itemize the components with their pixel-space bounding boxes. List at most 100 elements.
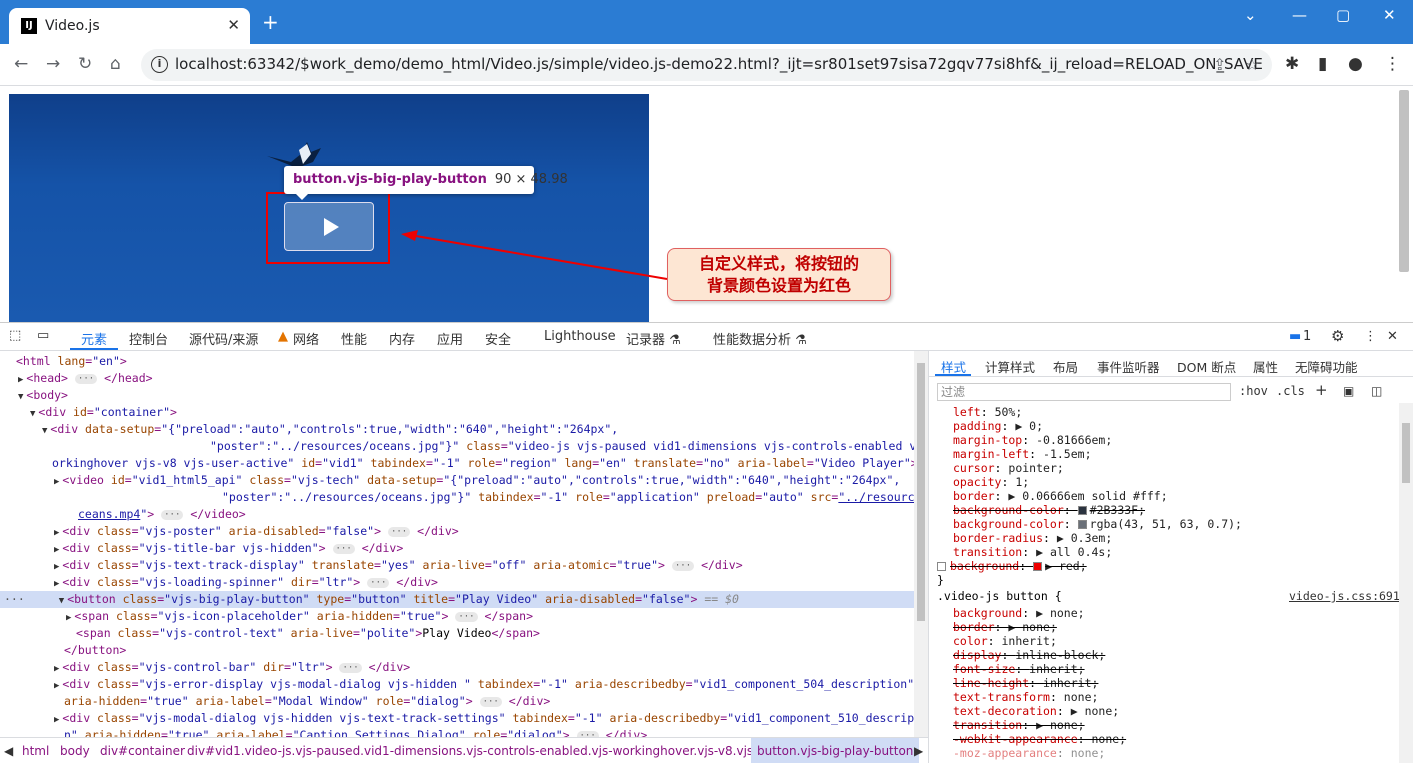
- close-window-button[interactable]: ✕: [1383, 6, 1396, 24]
- dom-node-selected[interactable]: ··· ▼ <button class="vjs-big-play-button" …: [0, 591, 914, 608]
- maximize-button[interactable]: ▢: [1336, 6, 1350, 24]
- cls-toggle[interactable]: .cls: [1276, 384, 1305, 398]
- dom-node[interactable]: </button>: [0, 642, 914, 659]
- issues-count[interactable]: 1: [1303, 329, 1311, 344]
- styles-scrollbar[interactable]: [1399, 403, 1413, 763]
- dom-node[interactable]: <html lang="en">: [0, 353, 914, 370]
- elements-scrollbar[interactable]: [914, 351, 928, 737]
- tab-search-icon[interactable]: ⌄: [1244, 6, 1257, 24]
- styles-filter-input[interactable]: 过滤: [937, 383, 1231, 401]
- tab-network[interactable]: 网络: [293, 329, 319, 348]
- style-decl-overridden[interactable]: -webkit-appearance: none;: [937, 732, 1126, 746]
- breadcrumb-video-div[interactable]: div#vid1.video-js.vjs-paused.vid1-dimens…: [187, 738, 824, 763]
- minimize-button[interactable]: —: [1292, 6, 1307, 24]
- tab-memory[interactable]: 内存: [389, 329, 415, 348]
- color-swatch[interactable]: [1077, 506, 1087, 515]
- style-decl[interactable]: text-decoration: ▶ none;: [937, 704, 1119, 718]
- dom-node[interactable]: ▶ <div class="vjs-poster" aria-disabled="…: [0, 523, 914, 540]
- browser-tab[interactable]: IJ Video.js ✕: [9, 8, 250, 44]
- style-decl[interactable]: border: ▶ 0.06666em solid #fff;: [937, 489, 1168, 503]
- tab-close-icon[interactable]: ✕: [227, 16, 240, 34]
- breadcrumb-scroll-left-icon[interactable]: ◀: [4, 738, 13, 763]
- color-swatch[interactable]: [1077, 520, 1087, 529]
- style-decl[interactable]: margin-left: -1.5em;: [937, 447, 1092, 461]
- breadcrumb-scroll-right-icon[interactable]: ▶: [914, 738, 923, 763]
- profile-avatar-icon[interactable]: ●: [1348, 54, 1363, 74]
- share-icon[interactable]: ⇪: [1213, 55, 1226, 74]
- style-decl[interactable]: opacity: 1;: [937, 475, 1029, 489]
- url-text[interactable]: localhost:63342/$work_demo/demo_html/Vid…: [175, 55, 1263, 73]
- home-icon[interactable]: ⌂: [110, 54, 121, 74]
- tab-performance[interactable]: 性能: [341, 329, 367, 348]
- dom-node[interactable]: ▼ <div data-setup="{"preload":"auto","con…: [0, 421, 914, 438]
- device-toolbar-icon[interactable]: ▭: [37, 328, 49, 343]
- tab-dom-breakpoints[interactable]: DOM 断点: [1177, 357, 1236, 376]
- settings-gear-icon[interactable]: ⚙: [1331, 327, 1344, 345]
- style-decl[interactable]: padding: ▶ 0;: [937, 419, 1043, 433]
- inspect-element-icon[interactable]: ⬚: [9, 328, 21, 343]
- new-tab-button[interactable]: +: [262, 12, 279, 32]
- tab-event-listeners[interactable]: 事件监听器: [1097, 357, 1160, 376]
- bookmark-star-icon[interactable]: ☆: [1245, 55, 1259, 74]
- style-decl-inactive[interactable]: -moz-appearance: none;: [937, 746, 1105, 760]
- style-decl-overridden[interactable]: line-height: inherit;: [937, 676, 1098, 690]
- style-decl-disabled[interactable]: background: ▶ red;: [937, 559, 1087, 573]
- rule-source-link[interactable]: video-js.css:691: [1289, 589, 1400, 603]
- style-decl[interactable]: text-transform: none;: [937, 690, 1098, 704]
- dom-node[interactable]: ▶ <div class="vjs-title-bar vjs-hidden"> …: [0, 540, 914, 557]
- tab-computed[interactable]: 计算样式: [985, 357, 1035, 376]
- tab-performance-insights[interactable]: 性能数据分析 ⚗: [713, 329, 807, 348]
- close-devtools-icon[interactable]: ✕: [1387, 329, 1398, 344]
- dom-node[interactable]: ▶ <div class="vjs-error-display vjs-modal…: [0, 676, 914, 693]
- hov-toggle[interactable]: :hov: [1239, 384, 1268, 398]
- tab-console[interactable]: 控制台: [129, 329, 168, 348]
- rule-selector[interactable]: .video-js button {: [937, 589, 1062, 603]
- page-scrollbar[interactable]: [1399, 90, 1409, 272]
- style-decl-overridden[interactable]: font-size: inherit;: [937, 662, 1085, 676]
- breadcrumb-container[interactable]: div#container: [100, 738, 185, 763]
- style-decl[interactable]: background-color: rgba(43, 51, 63, 0.7);: [937, 517, 1242, 531]
- tab-sources[interactable]: 源代码/来源: [189, 329, 258, 348]
- toggle-sidebar-icon[interactable]: ◫: [1371, 384, 1382, 398]
- extensions-icon[interactable]: ✱: [1285, 54, 1299, 74]
- dom-node[interactable]: ▶ <span class="vjs-icon-placeholder" aria…: [0, 608, 914, 625]
- reload-icon[interactable]: ↻: [78, 54, 92, 74]
- more-options-icon[interactable]: ⋮: [1364, 329, 1377, 344]
- breadcrumb-body[interactable]: body: [60, 738, 90, 763]
- style-decl[interactable]: margin-top: -0.81666em;: [937, 433, 1112, 447]
- dom-node[interactable]: ▶ <div class="vjs-control-bar" dir="ltr">…: [0, 659, 914, 676]
- checkbox[interactable]: [937, 562, 946, 571]
- paint-icon[interactable]: ▣: [1343, 384, 1354, 398]
- style-decl[interactable]: border-radius: ▶ 0.3em;: [937, 531, 1112, 545]
- style-decl-overridden[interactable]: border: ▶ none;: [937, 620, 1057, 634]
- menu-icon[interactable]: ⋮: [1384, 54, 1401, 74]
- back-icon[interactable]: ←: [14, 54, 28, 74]
- style-decl[interactable]: background: ▶ none;: [937, 606, 1085, 620]
- tab-application[interactable]: 应用: [437, 329, 463, 348]
- tab-properties[interactable]: 属性: [1253, 357, 1278, 376]
- issues-icon[interactable]: ▬: [1289, 329, 1301, 344]
- side-panel-icon[interactable]: ▮: [1318, 54, 1327, 74]
- dom-node[interactable]: ▼ <body>: [0, 387, 914, 404]
- dom-node[interactable]: ▼ <div id="container">: [0, 404, 914, 421]
- new-rule-icon[interactable]: +: [1315, 381, 1328, 399]
- style-decl-overridden[interactable]: transition: ▶ none;: [937, 718, 1085, 732]
- tab-elements[interactable]: 元素: [81, 329, 107, 348]
- forward-icon[interactable]: →: [46, 54, 60, 74]
- dom-node[interactable]: ▶ <head> ··· </head>: [0, 370, 914, 387]
- tab-accessibility[interactable]: 无障碍功能: [1295, 357, 1358, 376]
- tab-security[interactable]: 安全: [485, 329, 511, 348]
- tab-layout[interactable]: 布局: [1053, 357, 1078, 376]
- style-decl[interactable]: color: inherit;: [937, 634, 1057, 648]
- site-info-icon[interactable]: i: [151, 56, 168, 73]
- style-decl[interactable]: cursor: pointer;: [937, 461, 1064, 475]
- dom-node[interactable]: ▶ <div class="vjs-loading-spinner" dir="l…: [0, 574, 914, 591]
- breadcrumb-button[interactable]: button.vjs-big-play-button: [751, 738, 920, 763]
- dom-node[interactable]: ▶ <div class="vjs-modal-dialog vjs-hidden…: [0, 710, 914, 727]
- omnibox[interactable]: i localhost:63342/$work_demo/demo_html/V…: [141, 49, 1272, 81]
- style-decl-overridden[interactable]: background-color: #2B333F;: [937, 503, 1145, 517]
- color-swatch[interactable]: [1033, 562, 1043, 571]
- dom-node[interactable]: ▶ <video id="vid1_html5_api" class="vjs-t…: [0, 472, 914, 489]
- breadcrumb-html[interactable]: html: [22, 738, 49, 763]
- style-decl[interactable]: transition: ▶ all 0.4s;: [937, 545, 1112, 559]
